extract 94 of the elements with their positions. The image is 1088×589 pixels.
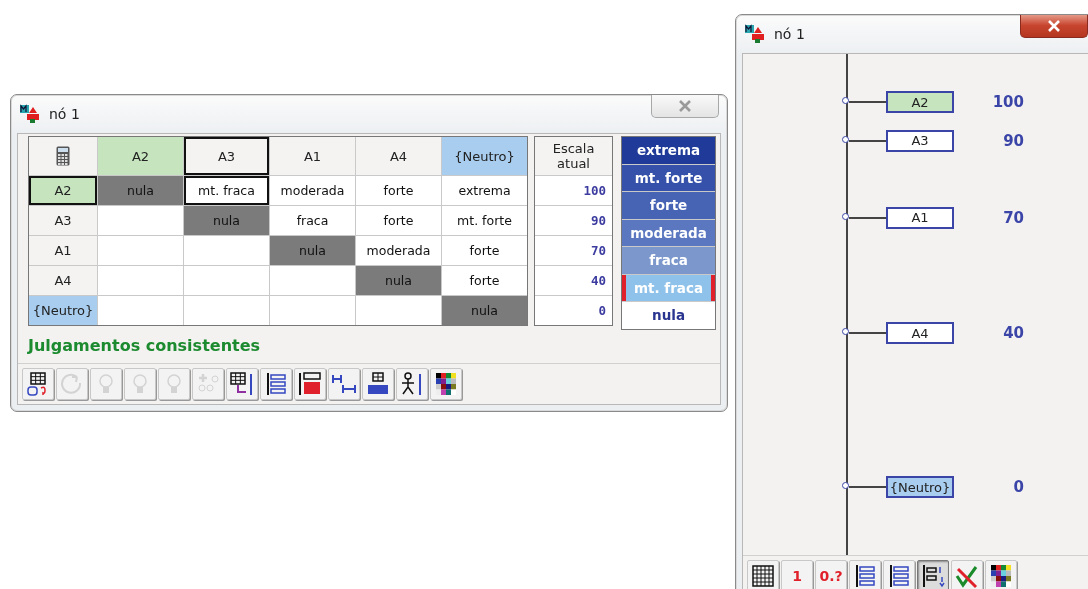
- row-header[interactable]: {Neutro}: [29, 296, 97, 325]
- row-header[interactable]: A3: [29, 206, 97, 235]
- table-cell[interactable]: [184, 266, 269, 295]
- window-title: nó 1: [49, 106, 80, 122]
- row-header[interactable]: A1: [29, 236, 97, 265]
- scale-node[interactable]: A1: [886, 206, 954, 229]
- table-cell[interactable]: extrema: [442, 176, 527, 205]
- table-cell[interactable]: nula: [270, 236, 355, 265]
- calculator-icon: [56, 146, 70, 166]
- table-cell[interactable]: [184, 236, 269, 265]
- table-cell[interactable]: nula: [442, 296, 527, 325]
- grid-arrow-icon: [229, 371, 255, 397]
- window-title: nó 1: [774, 26, 805, 42]
- corner-cell[interactable]: [29, 137, 97, 175]
- table-cell[interactable]: [98, 266, 183, 295]
- toolbar-button[interactable]: [396, 368, 428, 400]
- column-header: Escala atual: [535, 137, 613, 175]
- column-header[interactable]: A4: [356, 137, 441, 175]
- scale-node[interactable]: {Neutro}: [886, 476, 954, 498]
- toolbar-button[interactable]: 0.?: [815, 560, 847, 589]
- table-cell[interactable]: forte: [356, 206, 441, 235]
- category-item[interactable]: nula: [622, 302, 715, 329]
- column-header[interactable]: A2: [98, 137, 183, 175]
- scale-node[interactable]: A4: [886, 322, 954, 344]
- table-cell[interactable]: [356, 296, 441, 325]
- category-item[interactable]: extrema: [622, 137, 715, 164]
- color-palette-icon: [988, 563, 1014, 589]
- row-header[interactable]: A2: [29, 176, 97, 205]
- node-anchor[interactable]: [842, 135, 849, 143]
- node-anchor[interactable]: [842, 328, 849, 335]
- toolbar-button[interactable]: [328, 368, 360, 400]
- toolbar-button[interactable]: [226, 368, 258, 400]
- table-cell[interactable]: nula: [98, 176, 183, 205]
- numbered-bars-icon: [920, 563, 946, 589]
- app-logo-icon: [19, 104, 41, 124]
- node-value: 40: [1002, 324, 1024, 342]
- toolbar-button[interactable]: 1: [781, 560, 813, 589]
- node-value: 100: [991, 93, 1024, 111]
- category-item[interactable]: moderada: [622, 219, 715, 246]
- node-anchor[interactable]: [842, 482, 849, 489]
- table-cell[interactable]: [270, 296, 355, 325]
- toolbar-button[interactable]: [260, 368, 292, 400]
- app-logo-icon: [744, 24, 766, 44]
- grid-scale-icon: [297, 371, 323, 397]
- table-cell[interactable]: [270, 266, 355, 295]
- node-value: 0: [1012, 478, 1024, 496]
- table-cell[interactable]: moderada: [270, 176, 355, 205]
- table-cell[interactable]: fraca: [270, 206, 355, 235]
- close-icon: [1047, 19, 1061, 32]
- table-cell[interactable]: forte: [442, 266, 527, 295]
- close-button[interactable]: [1020, 15, 1088, 38]
- toolbar-button[interactable]: [294, 368, 326, 400]
- table-cell[interactable]: [98, 296, 183, 325]
- table-cell[interactable]: [98, 206, 183, 235]
- node-value: 90: [1002, 131, 1024, 150]
- node-value: 70: [1002, 208, 1024, 227]
- color-palette-icon: [433, 371, 459, 397]
- table-cell[interactable]: forte: [356, 176, 441, 205]
- table-cell[interactable]: nula: [356, 266, 441, 295]
- table-cell[interactable]: mt. forte: [442, 206, 527, 235]
- scale-value: 40: [535, 266, 613, 295]
- toolbar-button[interactable]: [22, 368, 54, 400]
- toolbar-button[interactable]: [917, 560, 949, 589]
- scale-value: 70: [535, 236, 613, 265]
- table-cell[interactable]: [184, 296, 269, 325]
- scale-node[interactable]: A2: [886, 91, 954, 113]
- scale-value: 0: [535, 296, 613, 325]
- toolbar-button[interactable]: [747, 560, 779, 589]
- grid-icon: [750, 563, 776, 589]
- category-item[interactable]: mt. forte: [622, 164, 715, 191]
- scale-value: 90: [535, 206, 613, 235]
- toolbar-button[interactable]: [362, 368, 394, 400]
- node-anchor[interactable]: [842, 97, 849, 104]
- row-header[interactable]: A4: [29, 266, 97, 295]
- toolbar-button[interactable]: [985, 560, 1017, 589]
- table-cell[interactable]: nula: [184, 206, 269, 235]
- scale-value: 100: [535, 176, 613, 205]
- table-cell[interactable]: mt. fraca: [184, 176, 269, 205]
- column-header[interactable]: A1: [270, 137, 355, 175]
- scale-node[interactable]: A3: [886, 129, 954, 152]
- node-anchor[interactable]: [842, 212, 849, 220]
- toolbar-button[interactable]: [849, 560, 881, 589]
- table-cell[interactable]: moderada: [356, 236, 441, 265]
- toolbar-button[interactable]: [883, 560, 915, 589]
- status-text: Julgamentos consistentes: [26, 334, 262, 355]
- category-item[interactable]: forte: [622, 192, 715, 219]
- close-icon: [678, 99, 692, 112]
- column-header[interactable]: A3: [184, 137, 269, 175]
- column-header[interactable]: {Neutro}: [442, 137, 527, 175]
- grid-diff-icon: [365, 371, 391, 397]
- table-cell[interactable]: [98, 236, 183, 265]
- table-cell[interactable]: forte: [442, 236, 527, 265]
- toolbar-button[interactable]: [430, 368, 462, 400]
- check-cross-icon: [954, 563, 980, 589]
